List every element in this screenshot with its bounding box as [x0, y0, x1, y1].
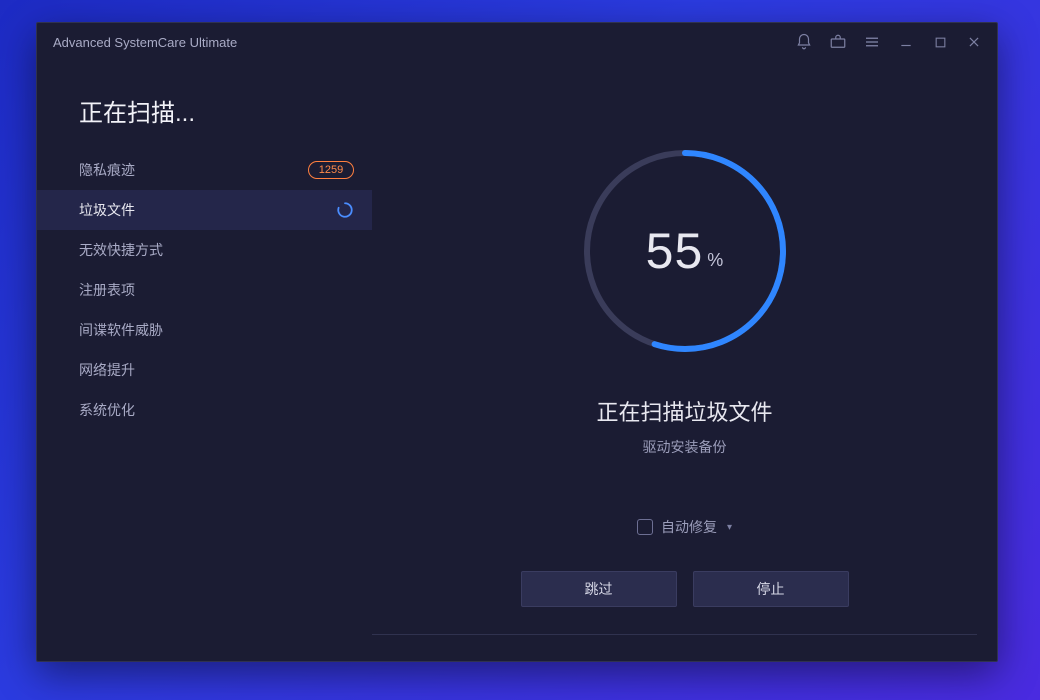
action-buttons: 跳过 停止 — [521, 571, 849, 607]
sidebar-item-label: 间谍软件威胁 — [79, 320, 354, 340]
main-panel: 55 % 正在扫描垃圾文件 驱动安装备份 自动修复 ▾ 跳过 停止 — [372, 61, 997, 661]
app-title: Advanced SystemCare Ultimate — [53, 35, 237, 50]
sidebar-item-label: 垃圾文件 — [79, 200, 336, 220]
sidebar-item-registry[interactable]: 注册表项 — [37, 270, 372, 310]
sidebar-item-privacy[interactable]: 隐私痕迹 1259 — [37, 150, 372, 190]
scan-sidebar: 正在扫描... 隐私痕迹 1259 垃圾文件 无效快捷方式 注册表项 — [37, 61, 372, 661]
skip-button[interactable]: 跳过 — [521, 571, 677, 607]
progress-percent: 55 — [646, 222, 704, 280]
spinner-icon — [336, 201, 354, 219]
percent-symbol: % — [707, 232, 723, 271]
toolbox-button[interactable] — [821, 23, 855, 61]
autofix-option[interactable]: 自动修复 ▾ — [637, 517, 732, 537]
menu-button[interactable] — [855, 23, 889, 61]
close-button[interactable] — [957, 23, 991, 61]
sidebar-item-label: 注册表项 — [79, 280, 354, 300]
sidebar-item-label: 系统优化 — [79, 400, 354, 420]
scan-status: 正在扫描垃圾文件 — [596, 395, 772, 427]
checkbox-icon — [637, 519, 653, 535]
sidebar-item-label: 隐私痕迹 — [79, 160, 308, 180]
minimize-button[interactable] — [889, 23, 923, 61]
notifications-button[interactable] — [787, 23, 821, 61]
autofix-label: 自动修复 — [661, 517, 717, 537]
scan-heading: 正在扫描... — [37, 85, 372, 150]
title-bar: Advanced SystemCare Ultimate — [37, 23, 997, 61]
app-body: 正在扫描... 隐私痕迹 1259 垃圾文件 无效快捷方式 注册表项 — [37, 61, 997, 661]
sidebar-item-optimize[interactable]: 系统优化 — [37, 390, 372, 430]
footer-divider — [372, 634, 977, 635]
sidebar-item-shortcuts[interactable]: 无效快捷方式 — [37, 230, 372, 270]
sidebar-item-junk[interactable]: 垃圾文件 — [37, 190, 372, 230]
count-badge: 1259 — [308, 161, 354, 179]
chevron-down-icon: ▾ — [727, 522, 732, 533]
scan-detail: 驱动安装备份 — [643, 437, 727, 457]
maximize-button[interactable] — [923, 23, 957, 61]
sidebar-item-label: 无效快捷方式 — [79, 240, 354, 260]
sidebar-item-spyware[interactable]: 间谍软件威胁 — [37, 310, 372, 350]
sidebar-item-network[interactable]: 网络提升 — [37, 350, 372, 390]
app-window: Advanced SystemCare Ultimate — [36, 22, 998, 662]
progress-ring: 55 % — [575, 141, 795, 361]
stop-button[interactable]: 停止 — [693, 571, 849, 607]
sidebar-item-label: 网络提升 — [79, 360, 354, 380]
